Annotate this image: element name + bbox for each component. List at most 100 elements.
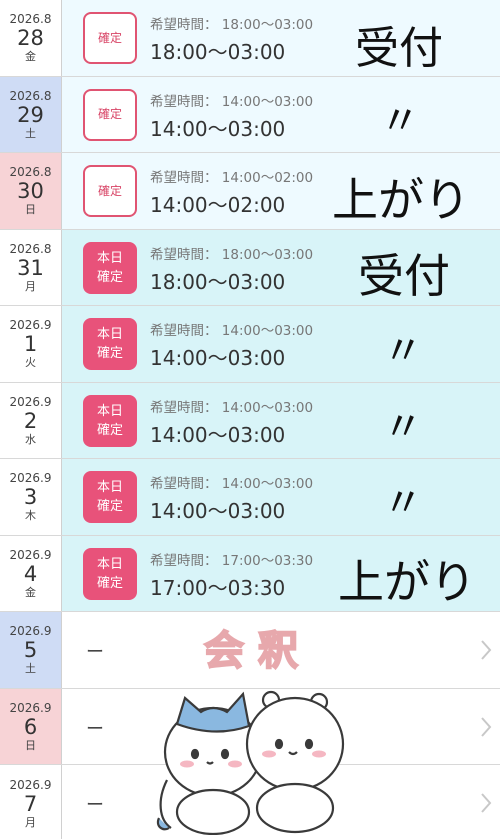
date-cell: 2026.9 3 木	[0, 459, 62, 535]
character-sticker	[156, 690, 345, 835]
badge-label-today: 本日	[96, 250, 123, 266]
date-cell: 2026.9 2 水	[0, 382, 62, 458]
handwritten-note: 上がり	[338, 555, 476, 609]
shift-row[interactable]: 2026.9 2 水 本日 確定 希望時間： 14:00〜03:00 14:00…	[0, 382, 500, 459]
date-weekday: 水	[25, 432, 36, 446]
date-day: 6	[23, 714, 38, 739]
shift-content: 確定 希望時間： 14:00〜03:00 14:00〜03:00	[62, 76, 500, 152]
date-year-month: 2026.8	[9, 241, 52, 256]
confirmed-time: 14:00〜03:00	[150, 499, 286, 523]
date-weekday: 火	[25, 356, 36, 370]
today-confirmed-badge: 本日 確定	[83, 547, 137, 600]
requested-time: 希望時間： 14:00〜03:00	[150, 323, 314, 339]
date-cell: 2026.9 7 月	[0, 765, 62, 839]
badge-label-confirmed: 確定	[96, 499, 123, 514]
shift-row[interactable]: 2026.9 1 火 本日 確定 希望時間： 14:00〜03:00 14:00…	[0, 306, 500, 383]
date-day: 28	[17, 26, 44, 51]
date-year-month: 2026.8	[9, 165, 52, 180]
no-shift-dash: ー	[86, 795, 104, 816]
bear-character	[245, 690, 345, 834]
date-day: 1	[23, 332, 38, 357]
badge-label-confirmed: 確定	[96, 575, 123, 591]
no-shift-dash: ー	[86, 642, 104, 663]
badge-label: 確定	[97, 30, 122, 45]
date-weekday: 金	[25, 585, 36, 599]
badge-label-confirmed: 確定	[96, 346, 123, 361]
date-day: 2	[23, 408, 38, 433]
date-day: 31	[17, 255, 44, 280]
confirmed-time: 14:00〜02:00	[150, 193, 286, 217]
confirmed-time: 17:00〜03:30	[150, 575, 286, 600]
confirmed-time: 14:00〜03:00	[150, 422, 286, 447]
shift-row[interactable]: 2026.9 3 木 本日 確定 希望時間： 14:00〜03:00 14:00…	[0, 459, 500, 536]
shift-row[interactable]: 2026.8 29 土 確定 希望時間： 14:00〜03:00 14:00〜0…	[0, 76, 500, 153]
badge-label-confirmed: 確定	[96, 422, 123, 438]
date-cell: 2026.8 30 日	[0, 153, 62, 229]
confirmed-time: 14:00〜03:00	[150, 116, 286, 141]
date-cell: 2026.9 4 金	[0, 535, 62, 611]
handwritten-note: 〃	[383, 404, 423, 450]
badge-label: 確定	[97, 107, 122, 121]
requested-time: 希望時間： 14:00〜03:00	[150, 476, 314, 492]
confirmed-badge: 確定	[83, 88, 137, 141]
shift-content: 本日 確定 希望時間： 14:00〜03:00 14:00〜03:00	[62, 306, 500, 382]
date-weekday: 月	[25, 279, 36, 293]
date-year-month: 2026.9	[9, 471, 52, 486]
date-weekday: 月	[25, 815, 36, 829]
no-shift-dash: ー	[86, 718, 104, 740]
date-cell: 2026.9 6 日	[0, 688, 62, 764]
date-year-month: 2026.9	[9, 700, 52, 715]
handwritten-note: 上がり	[332, 173, 470, 227]
date-weekday: 日	[25, 203, 36, 217]
date-year-month: 2026.8	[9, 12, 52, 27]
badge-label-today: 本日	[96, 480, 123, 495]
date-year-month: 2026.9	[9, 624, 52, 639]
handwritten-note: 〃	[383, 480, 423, 526]
date-weekday: 土	[25, 126, 36, 140]
date-year-month: 2026.9	[9, 547, 52, 562]
cat-character	[156, 691, 263, 835]
date-year-month: 2026.9	[9, 394, 52, 409]
today-confirmed-badge: 本日 確定	[83, 471, 137, 523]
date-cell: 2026.8 29 土	[0, 76, 62, 152]
date-cell: 2026.9 1 火	[0, 306, 62, 382]
date-weekday: 土	[25, 662, 36, 676]
requested-time: 希望時間： 14:00〜03:00	[150, 399, 314, 416]
date-year-month: 2026.9	[9, 318, 52, 333]
chevron-right-icon[interactable]	[480, 716, 492, 738]
badge-label-today: 本日	[96, 556, 123, 572]
shift-content: 本日 確定 希望時間： 14:00〜03:00 14:00〜03:00	[62, 459, 500, 535]
badge-label: 確定	[97, 183, 122, 198]
handwritten-note: 受付	[358, 249, 450, 303]
requested-time: 希望時間： 17:00〜03:30	[150, 552, 314, 569]
date-cell: 2026.8 31 月	[0, 229, 62, 305]
date-day: 30	[17, 179, 44, 204]
badge-label-today: 本日	[96, 327, 123, 342]
stamp-label: 会 釈	[204, 628, 298, 674]
date-year-month: 2026.8	[9, 88, 52, 103]
today-confirmed-badge: 本日 確定	[83, 394, 137, 447]
requested-time: 希望時間： 18:00〜03:00	[150, 246, 314, 263]
date-cell: 2026.8 28 金	[0, 0, 62, 76]
confirmed-badge: 確定	[83, 12, 137, 64]
date-weekday: 日	[25, 738, 36, 752]
handwritten-note: 〃	[380, 98, 420, 144]
confirmed-time: 14:00〜03:00	[150, 346, 286, 370]
handwritten-note: 受付	[355, 23, 443, 74]
date-day: 4	[23, 561, 38, 586]
date-day: 7	[23, 791, 38, 816]
confirmed-time: 18:00〜03:00	[150, 269, 286, 294]
date-day: 29	[17, 102, 44, 127]
date-weekday: 金	[25, 50, 36, 64]
confirmed-badge: 確定	[83, 165, 137, 217]
date-weekday: 木	[25, 509, 36, 523]
confirmed-time: 18:00〜03:00	[150, 40, 286, 64]
today-confirmed-badge: 本日 確定	[83, 318, 137, 370]
requested-time: 希望時間： 18:00〜03:00	[150, 17, 314, 33]
badge-label-today: 本日	[96, 403, 123, 419]
stamp-text: 会 釈	[203, 627, 299, 674]
chevron-right-icon[interactable]	[480, 792, 492, 814]
chevron-right-icon[interactable]	[480, 639, 492, 661]
handwritten-note: 〃	[383, 328, 423, 374]
date-day: 3	[23, 485, 38, 510]
